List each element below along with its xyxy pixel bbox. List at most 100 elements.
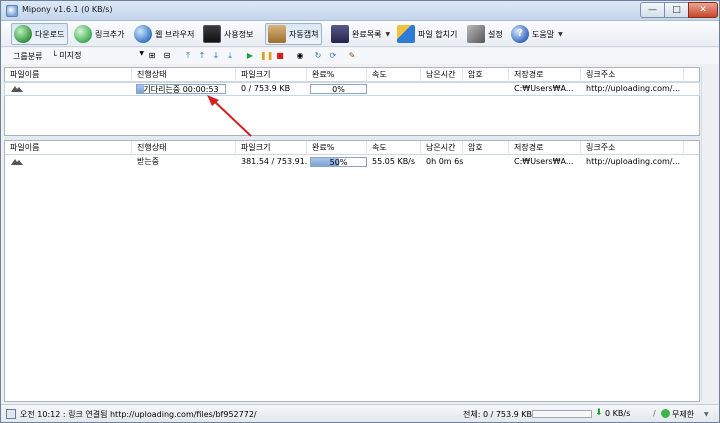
total-progress-bar (532, 410, 592, 418)
column-header-speed[interactable]: 속도 (367, 141, 421, 155)
move-down-icon[interactable]: ↓ (211, 51, 221, 61)
toolbar-web-browser-label: 웹 브라우저 (155, 29, 195, 39)
record-icon[interactable]: ◉ (295, 51, 305, 61)
column-header-password[interactable]: 암호 (463, 141, 509, 155)
completed-list-icon (331, 25, 349, 43)
save-path: C:₩Users₩A... (514, 84, 574, 93)
chevron-down-icon[interactable]: ▼ (385, 31, 390, 38)
group-select[interactable]: └ 미지정 ▼ (50, 50, 146, 62)
list-header: 파일이름 진행상태 파일크기 완료% 속도 남은시간 암호 저장경로 링크주소 (5, 68, 699, 82)
link-address: http://uploading.com/... (586, 84, 681, 93)
toolbar-help-button[interactable]: ? 도움말 ▼ (509, 23, 563, 45)
column-header-status[interactable]: 진행상태 (132, 141, 236, 155)
maximize-button[interactable]: □ (664, 2, 689, 18)
toolbar-settings-button[interactable]: 설정 (465, 23, 506, 45)
table-row[interactable]: 기다리는중 00:00:53 0 / 753.9 KB 0% C:₩Users₩… (4, 82, 700, 96)
toolbar-settings-label: 설정 (488, 29, 503, 39)
move-up-icon[interactable]: ↑ (197, 51, 207, 61)
toolbar-usage-info-label: 사용정보 (224, 29, 254, 39)
toolbar-add-link-label: 링크추가 (95, 29, 125, 39)
file-join-icon (397, 25, 415, 43)
chevron-down-icon[interactable]: ▼ (139, 50, 144, 57)
password (463, 156, 509, 168)
refresh-icon[interactable]: ↻ (313, 51, 323, 61)
settings-tools-icon (467, 25, 485, 43)
save-path: C:₩Users₩A... (514, 157, 574, 166)
group-selected-value: 미지정 (59, 51, 82, 60)
app-window: Mipony v1.6.1 (0 KB/s) — □ ✕ 다운로드 링크추가 웹… (0, 0, 720, 423)
group-label: 그룹분류 (13, 52, 43, 61)
title-bar[interactable]: Mipony v1.6.1 (0 KB/s) — □ ✕ (1, 1, 719, 21)
column-header-link[interactable]: 링크주소 (581, 141, 684, 155)
toolbar-add-link-button[interactable]: 링크추가 (72, 23, 127, 45)
column-header-password[interactable]: 암호 (463, 68, 509, 82)
web-browser-globe-icon (134, 25, 152, 43)
minimize-button[interactable]: — (640, 2, 665, 18)
move-bottom-icon[interactable]: ⤓ (225, 51, 235, 61)
download-speed: 55.05 KB/s (372, 157, 416, 166)
column-header-path[interactable]: 저장경로 (509, 141, 581, 155)
total-progress-text: 전체: 0 / 753.9 KB (463, 410, 533, 419)
column-header-percent[interactable]: 완료% (307, 68, 367, 82)
password (463, 83, 509, 95)
start-icon[interactable]: ▶ (245, 51, 255, 61)
speed-limit-icon[interactable] (661, 409, 670, 418)
time-remaining (421, 83, 463, 95)
download-arrow-icon: ⬇ (595, 408, 603, 418)
column-header-size[interactable]: 파일크기 (236, 68, 307, 82)
column-header-path[interactable]: 저장경로 (509, 68, 581, 82)
column-header-link[interactable]: 링크주소 (581, 68, 684, 82)
clipboard-capture-icon (268, 25, 286, 43)
toolbar-web-browser-button[interactable]: 웹 브라우저 (132, 23, 197, 45)
close-button[interactable]: ✕ (688, 2, 718, 18)
window-title: Mipony v1.6.1 (0 KB/s) (22, 5, 113, 14)
column-header-remaining[interactable]: 남은시간 (421, 68, 463, 82)
stop-icon[interactable]: ■ (275, 51, 285, 61)
expand-group-icon[interactable]: ⊞ (147, 51, 157, 61)
percent-text: 50% (329, 158, 348, 167)
file-type-icon (11, 86, 23, 92)
percent-bar: 0% (310, 84, 367, 94)
percent-text: 0% (332, 85, 345, 94)
toolbar-usage-info-button[interactable]: 사용정보 (201, 23, 256, 45)
waiting-download-list[interactable]: 파일이름 진행상태 파일크기 완료% 속도 남은시간 암호 저장경로 링크주소 … (4, 67, 700, 136)
help-icon: ? (511, 25, 529, 43)
column-header-remaining[interactable]: 남은시간 (421, 141, 463, 155)
toolbar-download-button[interactable]: 다운로드 (11, 23, 69, 45)
main-toolbar: 다운로드 링크추가 웹 브라우저 사용정보 자동캡쳐 완료목록 ▼ 파일 합치기 (1, 21, 719, 47)
list-header: 파일이름 진행상태 파일크기 완료% 속도 남은시간 암호 저장경로 링크주소 (5, 141, 699, 155)
column-header-filename[interactable]: 파일이름 (5, 141, 132, 155)
move-top-icon[interactable]: ⤒ (183, 51, 193, 61)
toolbar-completed-list-label: 완료목록 (352, 29, 382, 39)
download-status: 받는중 (137, 157, 160, 166)
pause-icon[interactable]: ❚❚ (260, 51, 273, 61)
column-header-size[interactable]: 파일크기 (236, 141, 307, 155)
app-logo-icon (6, 5, 18, 17)
clean-icon[interactable]: ✎ (347, 51, 357, 61)
column-header-speed[interactable]: 속도 (367, 68, 421, 82)
file-size: 0 / 753.9 KB (241, 84, 291, 93)
speed-limit-value[interactable]: 무제한 (672, 409, 694, 420)
collapse-group-icon[interactable]: ⊟ (162, 51, 172, 61)
log-icon[interactable] (6, 409, 16, 419)
download-speed (367, 83, 421, 95)
file-type-icon (11, 159, 23, 165)
table-row[interactable]: 받는중 381.54 / 753.91... 50% 55.05 KB/s 0h… (5, 156, 699, 168)
file-size: 381.54 / 753.91... (241, 157, 307, 166)
column-header-filename[interactable]: 파일이름 (5, 68, 132, 82)
chevron-down-icon[interactable]: ▼ (558, 31, 563, 38)
chevron-down-icon[interactable]: ▼ (704, 411, 709, 418)
toolbar-file-join-button[interactable]: 파일 합치기 (395, 23, 460, 45)
toolbar-completed-list-button[interactable]: 완료목록 ▼ (329, 23, 390, 45)
separator-slash: / (653, 409, 656, 418)
column-header-status[interactable]: 진행상태 (132, 68, 236, 82)
percent-bar: 50% (310, 157, 367, 167)
vertical-scrollbar[interactable] (701, 67, 716, 402)
active-download-list[interactable]: 파일이름 진행상태 파일크기 완료% 속도 남은시간 암호 저장경로 링크주소 … (4, 140, 700, 402)
sync-icon[interactable]: ⟳ (328, 51, 338, 61)
group-filter-bar: 그룹분류 └ 미지정 ▼ ⊞ ⊟ ⤒ ↑ ↓ ⤓ ▶ ❚❚ ■ ◉ ↻ ⟳ ✎ (1, 48, 719, 64)
toolbar-auto-capture-button[interactable]: 자동캡쳐 (265, 23, 323, 45)
column-header-percent[interactable]: 완료% (307, 141, 367, 155)
status-message: 오전 10:12 : 링크 연결됨 http://uploading.com/f… (20, 410, 257, 419)
total-speed: 0 KB/s (605, 409, 631, 418)
